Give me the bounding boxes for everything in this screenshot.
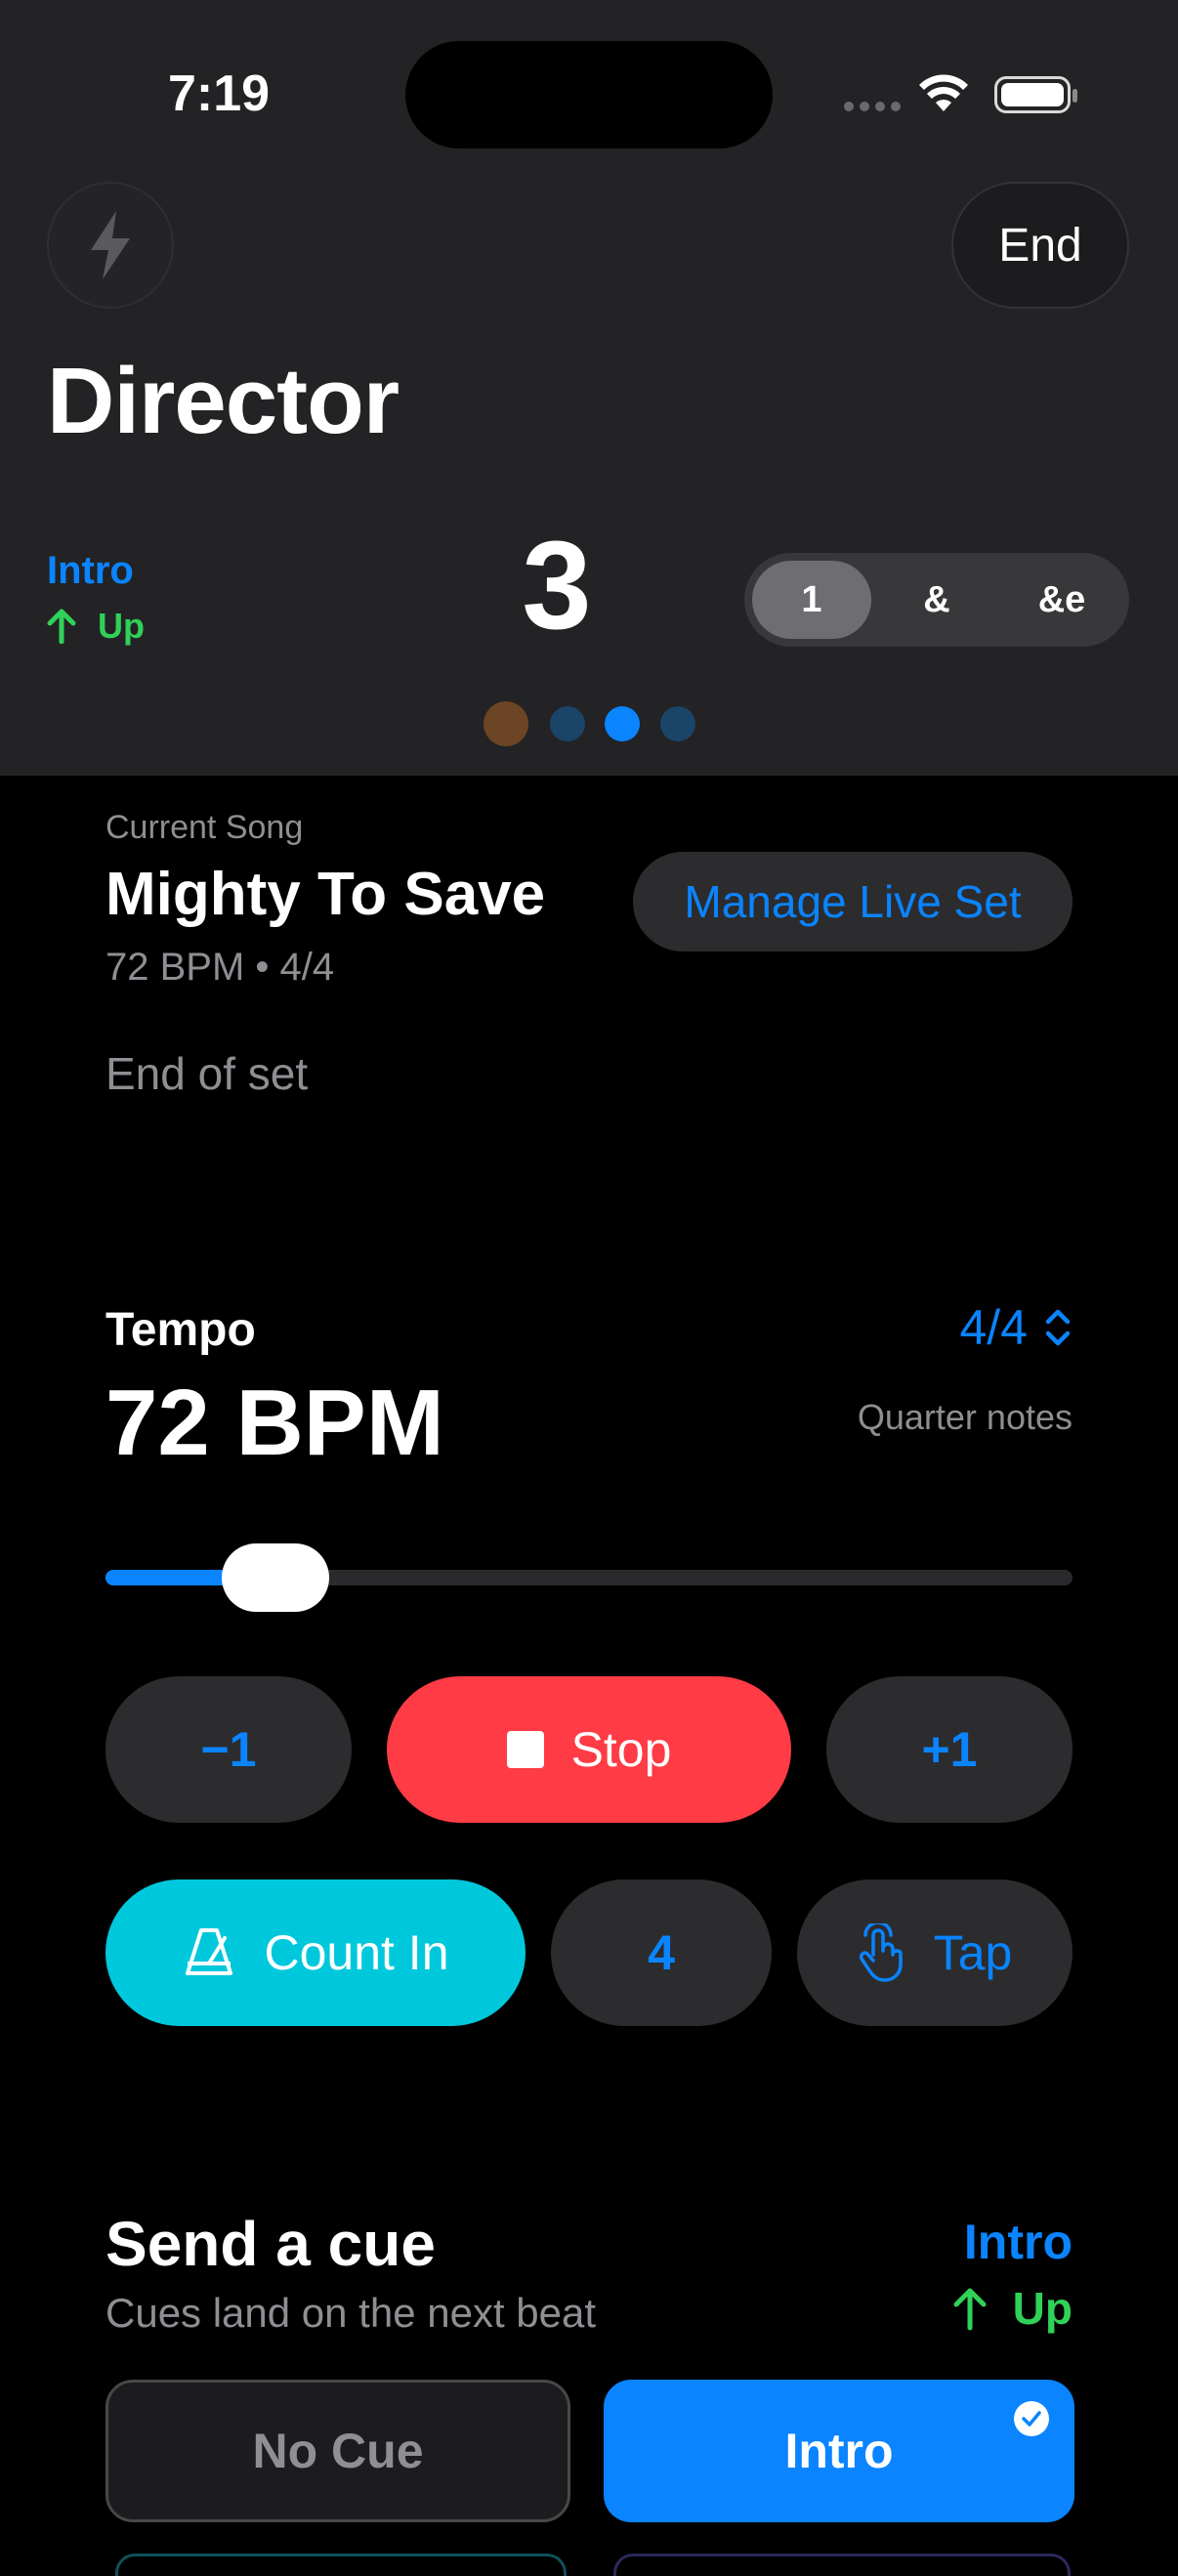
active-cue-direction: Up	[952, 2282, 1073, 2335]
stop-button[interactable]: Stop	[387, 1676, 791, 1823]
chevron-up-down-icon	[1045, 1309, 1071, 1346]
cue-option-no-cue[interactable]: No Cue	[105, 2380, 570, 2522]
beat-dot-4	[660, 706, 695, 741]
tempo-label: Tempo	[105, 1304, 256, 1356]
count-in-button[interactable]: Count In	[105, 1879, 526, 2026]
time-signature-selector[interactable]: 4/4	[959, 1299, 1073, 1356]
checkmark-icon	[1014, 2401, 1049, 2436]
send-cue-title: Send a cue	[105, 2209, 436, 2279]
current-song-label: Current Song	[105, 809, 304, 846]
stop-icon	[506, 1731, 544, 1768]
flash-button[interactable]	[47, 182, 174, 309]
dynamic-island	[405, 41, 773, 148]
active-cue-direction-label: Up	[1012, 2283, 1073, 2334]
subdivision-selector: 1 & &e	[744, 553, 1129, 647]
beat-indicator-dots	[0, 701, 1178, 746]
tempo-value: 72 BPM	[105, 1371, 444, 1475]
subdivision-option-and[interactable]: &	[877, 561, 996, 639]
tempo-decrement-button[interactable]: −1	[105, 1676, 352, 1823]
count-in-label: Count In	[264, 1925, 449, 1980]
count-in-beats-button[interactable]: 4	[551, 1879, 772, 2026]
battery-icon	[994, 76, 1077, 113]
tap-tempo-button[interactable]: Tap	[797, 1879, 1073, 2026]
end-button[interactable]: End	[951, 182, 1129, 309]
end-of-set-text: End of set	[105, 1048, 309, 1099]
active-cue-name: Intro	[963, 2215, 1073, 2269]
tempo-slider-thumb[interactable]	[221, 1543, 329, 1612]
tap-hand-icon	[859, 1923, 903, 1982]
current-song-title: Mighty To Save	[105, 861, 546, 928]
wifi-icon	[919, 74, 968, 111]
cue-option-intro-label: Intro	[784, 2424, 894, 2478]
arrow-up-icon	[953, 2288, 987, 2331]
arrow-up-icon	[47, 609, 76, 644]
beat-dot-3	[605, 706, 640, 741]
beat-dot-2	[550, 706, 585, 741]
stop-label: Stop	[570, 1722, 672, 1777]
subdivision-option-1[interactable]: 1	[752, 561, 871, 639]
header-cue-name: Intro	[47, 549, 134, 592]
time-signature-value: 4/4	[959, 1300, 1028, 1355]
page-title: Director	[47, 349, 400, 453]
note-value-label: Quarter notes	[857, 1397, 1073, 1437]
metronome-icon	[186, 1928, 233, 1975]
send-cue-subtitle: Cues land on the next beat	[105, 2290, 597, 2336]
cue-option-partial	[115, 2554, 567, 2576]
beat-dot-1	[484, 701, 528, 746]
cellular-signal-icon	[844, 102, 903, 111]
cue-option-partial	[613, 2554, 1071, 2576]
cue-option-intro[interactable]: Intro	[604, 2380, 1074, 2522]
status-time: 7:19	[168, 65, 271, 122]
subdivision-option-and-e[interactable]: &e	[1002, 561, 1121, 639]
header-cue-direction: Up	[47, 606, 145, 647]
tempo-increment-button[interactable]: +1	[826, 1676, 1073, 1823]
lightning-bolt-icon	[91, 211, 130, 279]
current-song-meta: 72 BPM • 4/4	[105, 946, 335, 989]
tap-label: Tap	[933, 1925, 1013, 1980]
manage-live-set-button[interactable]: Manage Live Set	[633, 852, 1073, 951]
beat-number: 3	[522, 516, 592, 655]
header-cue-direction-label: Up	[98, 606, 145, 646]
